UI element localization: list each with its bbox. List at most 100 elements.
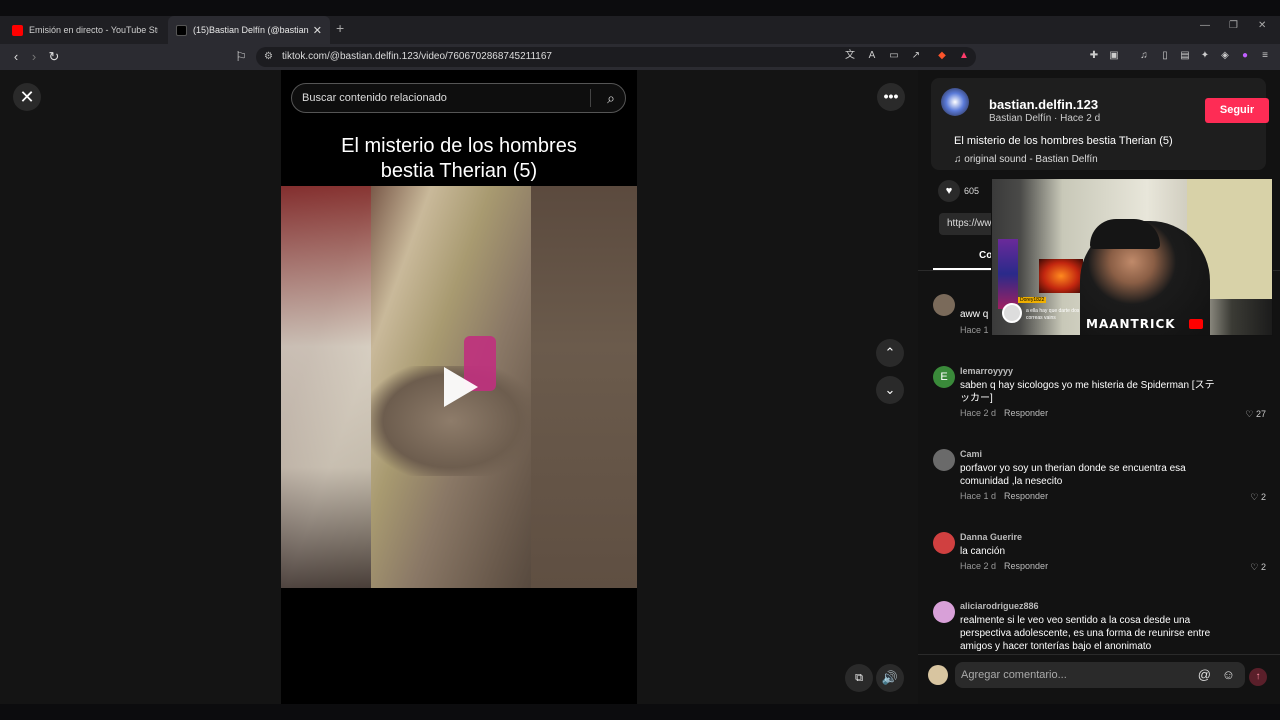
minimize-icon[interactable]: —	[1200, 20, 1210, 31]
tab-tiktok[interactable]: (15)Bastian Delfín (@bastian.delfin ✕	[168, 16, 330, 44]
screenshot-icon[interactable]: ▣	[1107, 49, 1121, 63]
comment-meta: Hace 2 d Responder	[960, 408, 1048, 418]
comment-like-count: 2	[1260, 562, 1266, 572]
commenter-name[interactable]: Danna Guerire	[960, 532, 1022, 542]
webcam-fireplace-screen	[1039, 259, 1083, 293]
floating-player-button[interactable]: ⧉	[845, 664, 873, 692]
url-text: tiktok.com/@bastian.delfin.123/video/760…	[282, 51, 552, 62]
tab-title: Emisión en directo - YouTube Studio	[29, 25, 158, 35]
comment-meta: Hace 1	[960, 325, 989, 335]
commenter-name[interactable]: aliciarodriguez886	[960, 601, 1039, 611]
chat-username: Dorey1822	[1018, 297, 1047, 303]
close-window-icon[interactable]: ✕	[1258, 20, 1266, 31]
brave-rewards-icon[interactable]: ▲	[957, 49, 971, 63]
previous-video-button[interactable]: ⌃	[876, 339, 904, 367]
commenter-avatar[interactable]: E	[933, 366, 955, 388]
commenter-avatar[interactable]	[933, 601, 955, 623]
sound-name: original sound - Bastian Delfín	[964, 154, 1098, 165]
comment-time: Hace 2 d	[960, 561, 997, 571]
back-icon[interactable]: ‹	[8, 49, 24, 65]
heart-outline-icon: ♡	[1250, 492, 1261, 502]
comment-input-row: Agregar comentario... @ ☺ ↑	[918, 654, 1280, 704]
youtube-logo-icon	[1189, 319, 1203, 329]
youtube-favicon-icon	[12, 24, 23, 36]
restore-icon[interactable]: ❐	[1229, 20, 1238, 31]
more-options-button[interactable]: •••	[877, 83, 905, 111]
sound-row[interactable]: ♫ original sound - Bastian Delfín	[954, 154, 1098, 165]
media-icon[interactable]: ♫	[1137, 49, 1151, 63]
webcam-overlay: Dorey1822 a ella hay que darte dos corre…	[991, 178, 1273, 336]
author-avatar[interactable]	[941, 88, 969, 116]
volume-icon[interactable]: 🔊	[876, 664, 904, 692]
sidebar-icon[interactable]: ▯	[1158, 49, 1172, 63]
commenter-avatar[interactable]	[933, 294, 955, 316]
comment-like-count: 2	[1260, 492, 1266, 502]
video-scene-left	[281, 186, 371, 588]
details-panel: bastian.delfin.123 Bastian Delfín · Hace…	[918, 70, 1280, 704]
search-placeholder: Buscar contenido relacionado	[302, 92, 447, 104]
comment-like[interactable]: ♡ 27	[1245, 409, 1266, 420]
comment-time: Hace 1 d	[960, 491, 997, 501]
brave-shield-icon[interactable]: ◆	[935, 49, 949, 63]
author-username[interactable]: bastian.delfin.123	[989, 97, 1098, 112]
commenter-avatar[interactable]	[933, 532, 955, 554]
commenter-name[interactable]: lemarroyyyy	[960, 366, 1013, 376]
menu-icon[interactable]: ≡	[1258, 49, 1272, 63]
forward-icon[interactable]: ›	[26, 49, 42, 65]
reload-icon[interactable]: ↻	[46, 49, 62, 65]
commenter-avatar[interactable]	[933, 449, 955, 471]
send-icon[interactable]: ↑	[1249, 668, 1267, 686]
share-icon[interactable]: ↗	[909, 49, 923, 63]
commenter-name[interactable]: Cami	[960, 449, 982, 459]
comment-meta: Hace 1 d Responder	[960, 491, 1048, 501]
copy-link-field[interactable]: https://ww	[939, 213, 999, 235]
wallet-icon[interactable]: ▤	[1178, 49, 1192, 63]
video-frame[interactable]	[281, 186, 637, 588]
follow-button[interactable]: Seguir	[1205, 98, 1269, 123]
comment-input[interactable]: Agregar comentario... @ ☺	[955, 662, 1245, 688]
comment-meta: Hace 2 d Responder	[960, 561, 1048, 571]
profile-icon[interactable]: ●	[1238, 49, 1252, 63]
close-video-button[interactable]: ✕	[13, 83, 41, 111]
emoji-icon[interactable]: ☺	[1222, 662, 1235, 688]
comment-time: Hace 2 d	[960, 408, 997, 418]
leo-icon[interactable]: ✦	[1198, 49, 1212, 63]
reply-button[interactable]: Responder	[1004, 491, 1048, 501]
cast-icon[interactable]: ▭	[887, 49, 901, 63]
play-icon[interactable]	[444, 367, 478, 407]
tiktok-page: ✕ ••• Buscar contenido relacionado ⌕ El …	[0, 70, 1280, 704]
comment-item: aliciarodriguez886 realmente si le veo v…	[918, 601, 1280, 653]
comment-text: realmente si le veo veo sentido a la cos…	[960, 615, 1211, 652]
chat-avatar	[1002, 303, 1022, 323]
next-video-button[interactable]: ⌄	[876, 376, 904, 404]
video-description: El misterio de los hombres bestia Theria…	[954, 135, 1173, 147]
extensions-icon[interactable]: ✚	[1087, 49, 1101, 63]
video-player[interactable]: Buscar contenido relacionado ⌕ El mister…	[281, 70, 637, 704]
new-tab-button[interactable]: +	[336, 20, 344, 36]
reply-button[interactable]: Responder	[1004, 561, 1048, 571]
my-avatar[interactable]	[928, 665, 948, 685]
vpn-icon[interactable]: ◈	[1218, 49, 1232, 63]
search-icon[interactable]: ⌕	[607, 84, 615, 112]
webcam-neon-light	[998, 239, 1018, 309]
heart-icon[interactable]: ♥	[938, 180, 960, 202]
close-tab-icon[interactable]: ✕	[313, 24, 322, 37]
reader-icon[interactable]: A	[865, 49, 879, 63]
comment-text: la canción	[960, 546, 1006, 557]
mention-icon[interactable]: @	[1198, 662, 1211, 688]
tab-youtube-studio[interactable]: Emisión en directo - YouTube Studio	[4, 16, 166, 44]
likes-count: 605	[964, 186, 980, 196]
comment-like[interactable]: ♡ 2	[1250, 562, 1266, 573]
comment-like-count: 27	[1255, 409, 1266, 419]
reply-button[interactable]: Responder	[1004, 408, 1048, 418]
video-title-line-1: El misterio de los hombres	[341, 135, 577, 157]
comment-text: porfavor yo soy un therian donde se encu…	[960, 463, 1186, 487]
related-search-input[interactable]: Buscar contenido relacionado ⌕	[291, 83, 626, 113]
video-scene-right	[531, 186, 637, 588]
translate-icon[interactable]: 文	[843, 49, 857, 63]
comment-like[interactable]: ♡ 2	[1250, 492, 1266, 503]
site-settings-icon[interactable]: ⚙	[264, 47, 273, 67]
author-display: Bastian Delfín · Hace 2 d	[989, 113, 1101, 124]
bookmark-icon[interactable]: ⚐	[233, 49, 249, 65]
streamer-brand: MAANTRICK	[1086, 317, 1176, 331]
